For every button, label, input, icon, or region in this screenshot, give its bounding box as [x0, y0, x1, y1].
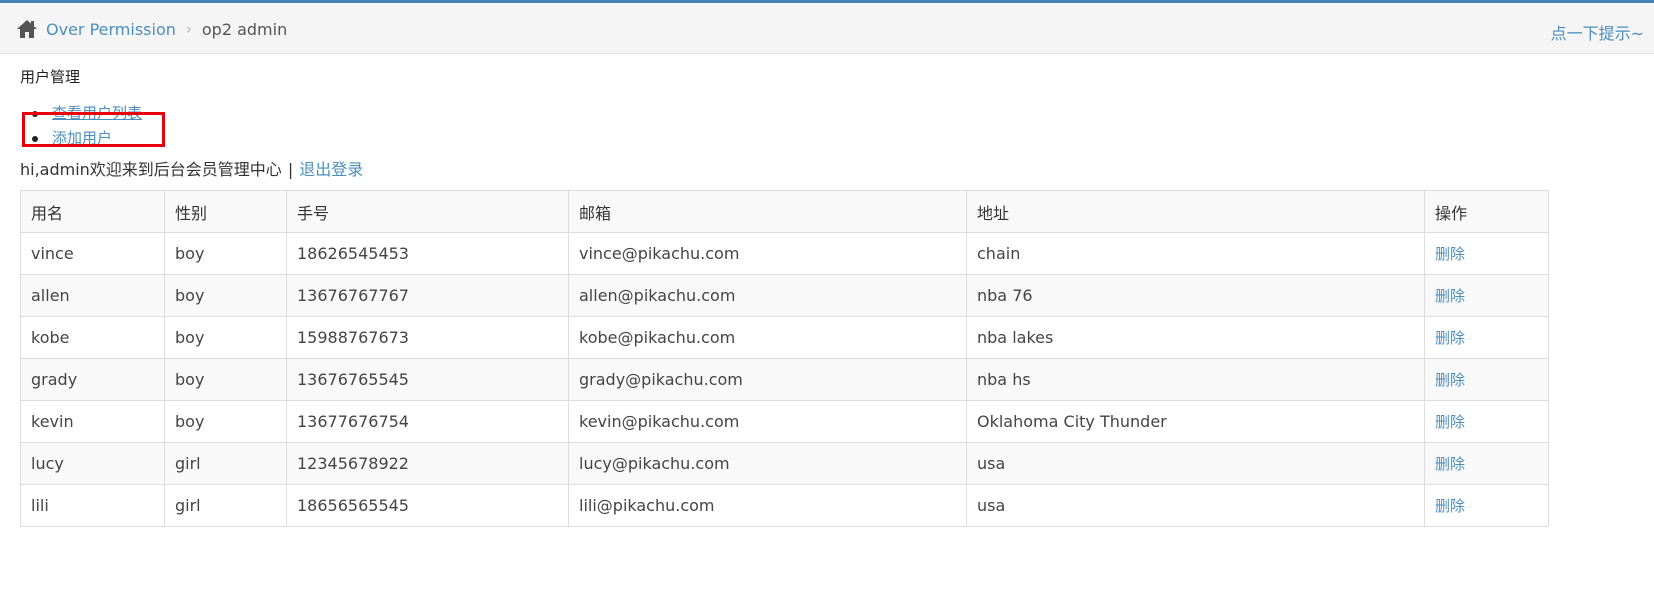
cell-email: grady@pikachu.com	[568, 358, 967, 401]
table-row: kevin boy 13677676754 kevin@pikachu.com …	[20, 400, 1549, 443]
cell-sex: boy	[164, 358, 287, 401]
cell-sex: girl	[164, 442, 287, 485]
table-row: lili girl 18656565545 lili@pikachu.com u…	[20, 484, 1549, 527]
highlight-box	[22, 112, 165, 147]
cell-email: kobe@pikachu.com	[568, 316, 967, 359]
cell-address: nba 76	[966, 274, 1425, 317]
delete-link[interactable]: 删除	[1435, 455, 1465, 473]
logout-link[interactable]: 退出登录	[299, 160, 363, 179]
table-row: vince boy 18626545453 vince@pikachu.com …	[20, 232, 1549, 275]
delete-link[interactable]: 删除	[1435, 413, 1465, 431]
cell-address: usa	[966, 484, 1425, 527]
cell-name: vince	[20, 232, 165, 275]
cell-sex: boy	[164, 316, 287, 359]
cell-name: allen	[20, 274, 165, 317]
cell-sex: boy	[164, 400, 287, 443]
table-row: allen boy 13676767767 allen@pikachu.com …	[20, 274, 1549, 317]
cell-phone: 18626545453	[286, 232, 569, 275]
cell-phone: 18656565545	[286, 484, 569, 527]
cell-phone: 13677676754	[286, 400, 569, 443]
cell-action: 删除	[1424, 484, 1549, 527]
header-sex: 性别	[164, 190, 287, 233]
breadcrumb-home-link[interactable]: Over Permission	[46, 20, 176, 39]
cell-email: allen@pikachu.com	[568, 274, 967, 317]
delete-link[interactable]: 删除	[1435, 287, 1465, 305]
cell-name: kevin	[20, 400, 165, 443]
cell-sex: boy	[164, 274, 287, 317]
cell-action: 删除	[1424, 274, 1549, 317]
cell-action: 删除	[1424, 316, 1549, 359]
tip-link[interactable]: 点一下提示~	[1551, 20, 1644, 44]
cell-email: lucy@pikachu.com	[568, 442, 967, 485]
cell-phone: 12345678922	[286, 442, 569, 485]
cell-email: lili@pikachu.com	[568, 484, 967, 527]
table-header-row: 用名 性别 手号 邮箱 地址 操作	[20, 190, 1549, 233]
cell-phone: 13676765545	[286, 358, 569, 401]
cell-action: 删除	[1424, 358, 1549, 401]
cell-action: 删除	[1424, 400, 1549, 443]
cell-address: nba lakes	[966, 316, 1425, 359]
table-row: lucy girl 12345678922 lucy@pikachu.com u…	[20, 442, 1549, 485]
cell-email: kevin@pikachu.com	[568, 400, 967, 443]
cell-name: lili	[20, 484, 165, 527]
header-address: 地址	[966, 190, 1425, 233]
welcome-separator: |	[287, 160, 294, 179]
section-title: 用户管理	[20, 68, 81, 86]
cell-sex: girl	[164, 484, 287, 527]
cell-name: lucy	[20, 442, 165, 485]
delete-link[interactable]: 删除	[1435, 245, 1465, 263]
breadcrumb: Over Permission › op2 admin	[16, 17, 287, 41]
cell-phone: 13676767767	[286, 274, 569, 317]
delete-link[interactable]: 删除	[1435, 371, 1465, 389]
cell-action: 删除	[1424, 442, 1549, 485]
welcome-text: hi,admin欢迎来到后台会员管理中心	[20, 160, 282, 179]
welcome-line: hi,admin欢迎来到后台会员管理中心 | 退出登录	[20, 156, 363, 180]
cell-phone: 15988767673	[286, 316, 569, 359]
breadcrumb-current: op2 admin	[201, 19, 288, 39]
cell-address: Oklahoma City Thunder	[966, 400, 1425, 443]
header-action: 操作	[1424, 190, 1549, 233]
header-phone: 手号	[286, 190, 569, 233]
top-bar: Over Permission › op2 admin 点一下提示~	[0, 0, 1654, 54]
cell-address: chain	[966, 232, 1425, 275]
cell-name: grady	[20, 358, 165, 401]
users-table: 用名 性别 手号 邮箱 地址 操作 vince boy 18626545453 …	[20, 190, 1549, 527]
cell-address: usa	[966, 442, 1425, 485]
home-icon[interactable]	[16, 19, 38, 39]
header-email: 邮箱	[568, 190, 967, 233]
cell-sex: boy	[164, 232, 287, 275]
table-row: kobe boy 15988767673 kobe@pikachu.com nb…	[20, 316, 1549, 359]
breadcrumb-separator: ›	[185, 20, 192, 38]
table-row: grady boy 13676765545 grady@pikachu.com …	[20, 358, 1549, 401]
cell-action: 删除	[1424, 232, 1549, 275]
cell-email: vince@pikachu.com	[568, 232, 967, 275]
header-name: 用名	[20, 190, 165, 233]
delete-link[interactable]: 删除	[1435, 497, 1465, 515]
delete-link[interactable]: 删除	[1435, 329, 1465, 347]
cell-name: kobe	[20, 316, 165, 359]
cell-address: nba hs	[966, 358, 1425, 401]
